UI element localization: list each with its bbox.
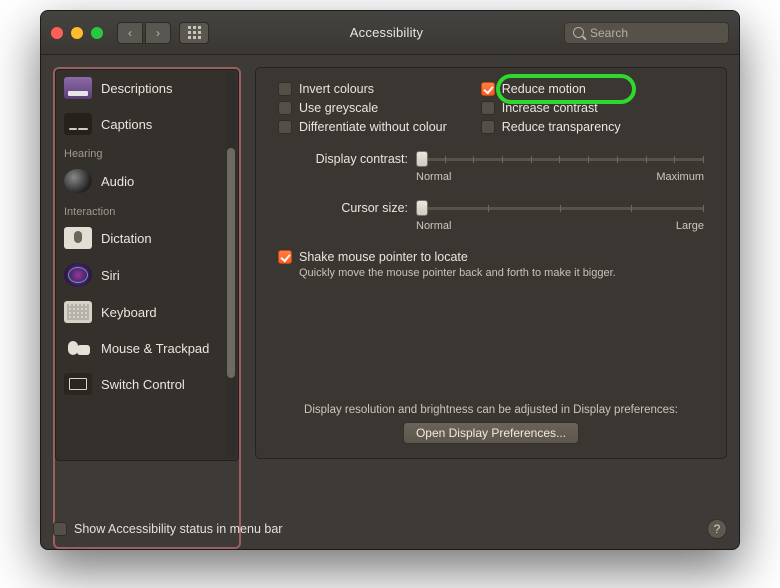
window-body: Descriptions Captions Hearing Audio Inte…: [41, 55, 739, 549]
sidebar-item-dictation[interactable]: Dictation: [56, 220, 238, 256]
checkbox-icon: [53, 522, 67, 536]
sidebar-item-mouse-trackpad[interactable]: Mouse & Trackpad: [56, 330, 238, 366]
close-window-button[interactable]: [51, 27, 63, 39]
scale-max: Maximum: [656, 171, 704, 183]
sidebar-item-audio[interactable]: Audio: [56, 162, 238, 200]
checkbox-icon: [481, 101, 495, 115]
open-display-preferences-button[interactable]: Open Display Preferences...: [403, 422, 579, 444]
back-button[interactable]: ‹: [117, 22, 143, 44]
cursor-size-scale: Normal Large: [416, 220, 704, 232]
forward-button[interactable]: ›: [145, 22, 171, 44]
grid-icon: [188, 26, 201, 39]
footer-note: Display resolution and brightness can be…: [256, 404, 726, 416]
sidebar-scrollbar[interactable]: [226, 72, 236, 458]
switch-control-icon: [64, 373, 92, 395]
cursor-size-row: Cursor size:: [278, 199, 704, 217]
reduce-transparency-checkbox[interactable]: Reduce transparency: [481, 120, 621, 134]
display-contrast-row: Display contrast:: [278, 150, 704, 168]
checkbox-label: Increase contrast: [502, 101, 598, 115]
help-button[interactable]: ?: [707, 519, 727, 539]
show-all-preferences-button[interactable]: [179, 22, 209, 44]
shake-pointer-hint: Quickly move the mouse pointer back and …: [299, 267, 704, 279]
siri-icon: [64, 263, 92, 287]
keyboard-icon: [64, 301, 92, 323]
slider-label: Cursor size:: [278, 201, 408, 215]
window-controls: [51, 27, 103, 39]
checkbox-label: Reduce motion: [502, 82, 586, 96]
increase-contrast-checkbox[interactable]: Increase contrast: [481, 101, 621, 115]
search-field[interactable]: Search: [564, 22, 729, 44]
differentiate-without-colour-checkbox[interactable]: Differentiate without colour: [278, 120, 447, 134]
checkbox-label: Reduce transparency: [502, 120, 621, 134]
accessibility-preferences-window: ‹ › Accessibility Search Descrip: [40, 10, 740, 550]
shake-pointer-checkbox[interactable]: Shake mouse pointer to locate: [278, 250, 704, 264]
checkbox-label: Differentiate without colour: [299, 120, 447, 134]
sidebar-item-descriptions[interactable]: Descriptions: [56, 70, 238, 106]
window-title: Accessibility: [217, 25, 556, 40]
nav-buttons: ‹ ›: [117, 22, 171, 44]
search-placeholder: Search: [590, 26, 628, 40]
checkbox-icon: [481, 120, 495, 134]
scrollbar-thumb[interactable]: [227, 148, 235, 378]
sidebar-item-siri[interactable]: Siri: [56, 256, 238, 294]
sidebar-item-label: Descriptions: [101, 81, 173, 96]
category-sidebar[interactable]: Descriptions Captions Hearing Audio Inte…: [55, 69, 239, 461]
checkbox-icon: [278, 250, 292, 264]
scale-min: Normal: [416, 220, 451, 232]
display-contrast-scale: Normal Maximum: [416, 171, 704, 183]
dictation-icon: [64, 227, 92, 249]
checkbox-label: Use greyscale: [299, 101, 378, 115]
checkbox-label: Show Accessibility status in menu bar: [74, 522, 282, 536]
sidebar-item-keyboard[interactable]: Keyboard: [56, 294, 238, 330]
captions-icon: [64, 113, 92, 135]
question-mark-icon: ?: [714, 522, 721, 536]
shake-pointer-section: Shake mouse pointer to locate Quickly mo…: [278, 250, 704, 279]
slider-label: Display contrast:: [278, 152, 408, 166]
cursor-size-slider[interactable]: [416, 199, 704, 217]
scale-max: Large: [676, 220, 704, 232]
sidebar-item-label: Keyboard: [101, 305, 157, 320]
minimize-window-button[interactable]: [71, 27, 83, 39]
sidebar-item-switch-control[interactable]: Switch Control: [56, 366, 238, 402]
sidebar-section-header: Hearing: [56, 142, 238, 162]
chevron-left-icon: ‹: [128, 26, 132, 40]
window-footer: Show Accessibility status in menu bar ?: [53, 519, 727, 539]
display-contrast-slider[interactable]: [416, 150, 704, 168]
display-settings-panel: Invert colours Use greyscale Differentia…: [255, 67, 727, 459]
sidebar-item-label: Audio: [101, 174, 134, 189]
use-greyscale-checkbox[interactable]: Use greyscale: [278, 101, 447, 115]
sidebar-item-captions[interactable]: Captions: [56, 106, 238, 142]
checkbox-icon: [278, 101, 292, 115]
checkbox-icon: [278, 82, 292, 96]
zoom-window-button[interactable]: [91, 27, 103, 39]
sidebar-item-label: Mouse & Trackpad: [101, 341, 209, 356]
sidebar-list: Descriptions Captions Hearing Audio Inte…: [56, 70, 238, 406]
panel-footer: Display resolution and brightness can be…: [256, 404, 726, 444]
checkbox-label: Invert colours: [299, 82, 374, 96]
slider-knob[interactable]: [416, 151, 428, 167]
sidebar-section-header: Interaction: [56, 200, 238, 220]
sidebar-item-label: Siri: [101, 268, 120, 283]
checkbox-icon: [481, 82, 495, 96]
invert-colours-checkbox[interactable]: Invert colours: [278, 82, 447, 96]
descriptions-icon: [64, 77, 92, 99]
checkbox-icon: [278, 120, 292, 134]
main-area: Invert colours Use greyscale Differentia…: [255, 67, 727, 549]
show-accessibility-status-checkbox[interactable]: Show Accessibility status in menu bar: [53, 522, 282, 536]
reduce-motion-checkbox[interactable]: Reduce motion: [481, 82, 621, 96]
sidebar-highlight: Descriptions Captions Hearing Audio Inte…: [53, 67, 241, 549]
titlebar: ‹ › Accessibility Search: [41, 11, 739, 55]
sidebar-item-label: Captions: [101, 117, 152, 132]
audio-icon: [64, 169, 92, 193]
search-icon: [573, 27, 584, 38]
slider-knob[interactable]: [416, 200, 428, 216]
mouse-trackpad-icon: [64, 337, 92, 359]
sidebar-item-label: Dictation: [101, 231, 152, 246]
checkbox-grid: Invert colours Use greyscale Differentia…: [278, 82, 704, 134]
scale-min: Normal: [416, 171, 451, 183]
sidebar-item-label: Switch Control: [101, 377, 185, 392]
chevron-right-icon: ›: [156, 26, 160, 40]
checkbox-label: Shake mouse pointer to locate: [299, 250, 468, 264]
